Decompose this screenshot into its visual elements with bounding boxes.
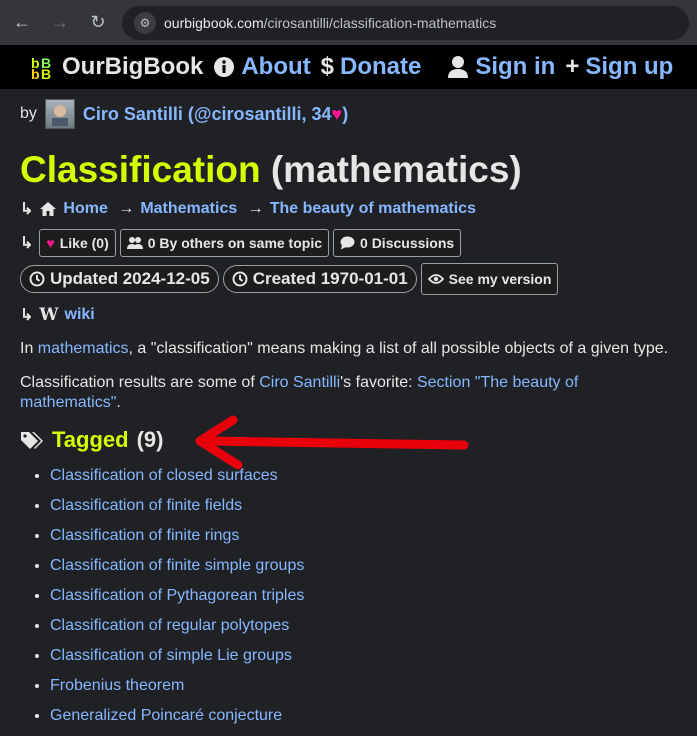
eye-icon [427, 274, 444, 284]
byline: by Ciro Santilli (@cirosantilli, 34♥) [20, 99, 677, 129]
person-photo-icon [51, 105, 68, 126]
list-item[interactable]: Classification of closed surfaces [50, 467, 677, 485]
sign-in-link[interactable]: Sign in [447, 53, 555, 81]
arrow-right-icon: → [243, 200, 264, 217]
updated-label: Updated 2024-12-05 [50, 269, 210, 288]
date-row: Updated 2024-12-05 Created 1970-01-01 Se… [20, 263, 677, 295]
browser-toolbar: ← → ↻ ⚙ ourbigbook.com/cirosantilli/clas… [0, 0, 697, 45]
list-item[interactable]: Frobenius theorem [50, 677, 677, 695]
main-content: by Ciro Santilli (@cirosantilli, 34♥) Cl… [0, 99, 697, 725]
breadcrumb-mathematics[interactable]: Mathematics [140, 200, 237, 218]
like-label: Like (0) [59, 235, 109, 251]
list-item[interactable]: Classification of Pythagorean triples [50, 587, 677, 605]
arrow-right-icon: → [113, 200, 135, 217]
title-paren: (mathematics) [270, 149, 522, 190]
svg-text:b: b [31, 66, 40, 80]
created-date: Created 1970-01-01 [222, 265, 417, 293]
title-main: Classification [20, 149, 261, 190]
action-row: ↳ ♥ Like (0) 0 By others on same topic 0… [20, 229, 677, 257]
others-same-topic-button[interactable]: 0 By others on same topic [119, 229, 330, 257]
site-settings-icon[interactable]: ⚙ [134, 11, 156, 34]
tagged-heading[interactable]: Tagged (9) [20, 415, 677, 470]
user-icon [448, 56, 469, 78]
mathematics-link[interactable]: mathematics [38, 340, 129, 357]
list-item[interactable]: Generalized Poincaré conjecture [50, 707, 677, 725]
sign-up-link[interactable]: + Sign up [565, 53, 673, 81]
others-label: 0 By others on same topic [147, 235, 323, 251]
donate-label: Donate [340, 53, 422, 80]
clock-icon [232, 271, 248, 287]
about-label: About [241, 53, 311, 80]
list-item[interactable]: Classification of finite rings [50, 527, 677, 545]
tagged-count: (9) [136, 427, 164, 452]
breadcrumb: ↳ Home → Mathematics → The beauty of mat… [20, 199, 677, 219]
ciro-santilli-link[interactable]: Ciro Santilli [259, 374, 340, 391]
like-button[interactable]: ♥ Like (0) [39, 229, 116, 257]
tagged-list: Classification of closed surfaces Classi… [20, 467, 677, 725]
url-text[interactable]: ourbigbook.com/cirosantilli/classificati… [164, 15, 496, 31]
paragraph-1: In mathematics, a "classification" means… [20, 340, 669, 357]
logo-text: OurBigBook [62, 53, 204, 80]
sign-up-label: Sign up [585, 53, 674, 80]
users-icon [126, 237, 143, 249]
tags-icon [21, 432, 43, 449]
created-label: Created 1970-01-01 [252, 269, 408, 288]
annotation-arrow [195, 415, 469, 470]
list-item[interactable]: Classification of simple Lie groups [50, 647, 677, 665]
heart-icon: ♥ [331, 103, 343, 124]
avatar[interactable] [44, 99, 75, 129]
dollar-icon: $ [320, 53, 334, 80]
info-icon [214, 57, 235, 77]
breadcrumb-beauty-of-mathematics[interactable]: The beauty of mathematics [270, 200, 476, 218]
back-icon[interactable]: ← [8, 9, 36, 37]
heart-icon: ♥ [46, 235, 55, 251]
sign-in-label: Sign in [475, 53, 556, 80]
svg-text:B: B [41, 66, 51, 80]
see-version-label: See my version [448, 271, 552, 287]
see-my-version-button[interactable]: See my version [420, 263, 559, 295]
about-link[interactable]: About [213, 53, 311, 81]
ancestor-arrow-icon: ↳ [20, 307, 34, 324]
home-icon [40, 202, 57, 216]
updated-date: Updated 2024-12-05 [20, 265, 219, 293]
reload-icon[interactable]: ↻ [84, 9, 112, 37]
list-item[interactable]: Classification of finite simple groups [50, 557, 677, 575]
ancestor-arrow-icon: ↳ [20, 235, 34, 252]
list-item[interactable]: Classification of regular polytopes [50, 617, 677, 635]
page-title: Classification (mathematics) [20, 149, 677, 191]
wiki-link[interactable]: wiki [65, 306, 95, 324]
wikipedia-icon: W [39, 305, 59, 325]
breadcrumb-home[interactable]: Home [63, 200, 107, 218]
logo[interactable]: b B b B OurBigBook [30, 53, 203, 81]
ancestor-arrow-icon: ↳ [20, 201, 34, 218]
comment-icon [340, 236, 355, 250]
plus-icon: + [565, 53, 580, 80]
logo-icon: b B b B [31, 55, 51, 80]
donate-link[interactable]: $ Donate [321, 53, 422, 81]
tagged-label: Tagged [52, 427, 129, 452]
paragraph-2: Classification results are some of Ciro … [20, 374, 579, 411]
forward-icon[interactable]: → [46, 9, 74, 37]
by-label: by [20, 105, 37, 122]
address-bar[interactable]: ⚙ ourbigbook.com/cirosantilli/classifica… [122, 5, 689, 40]
site-header: b B b B OurBigBook About $ Donate Sign i… [0, 45, 697, 89]
discussions-label: 0 Discussions [360, 235, 455, 251]
discussions-button[interactable]: 0 Discussions [333, 229, 462, 257]
wiki-row: ↳ W wiki [20, 305, 677, 325]
clock-icon [29, 271, 45, 287]
author-link[interactable]: Ciro Santilli (@cirosantilli, 34♥) [83, 104, 348, 125]
list-item[interactable]: Classification of finite fields [50, 497, 677, 515]
